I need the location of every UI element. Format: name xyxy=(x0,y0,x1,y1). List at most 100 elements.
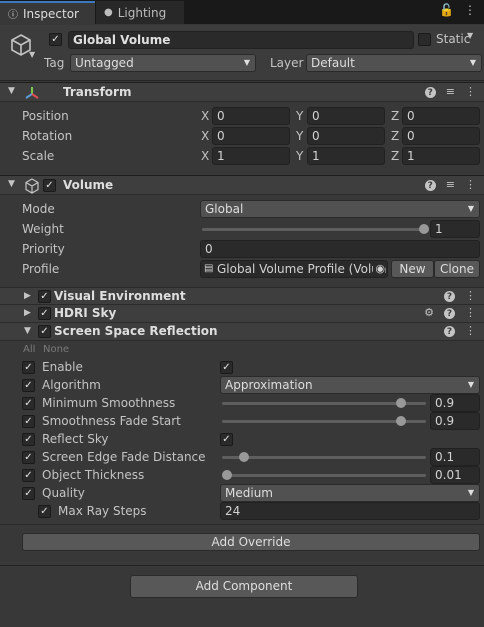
foldout-arrow-icon[interactable]: ▶ xyxy=(24,291,31,301)
tab-inspector[interactable]: ⓘ Inspector xyxy=(0,1,95,24)
layer-label: Layer xyxy=(270,56,304,70)
presets-icon[interactable]: ≡ xyxy=(446,178,455,191)
smoothness-fade-slider-thumb[interactable] xyxy=(396,416,406,426)
active-checkbox[interactable]: ✓ xyxy=(49,33,62,46)
position-y-field[interactable]: 0 xyxy=(307,107,385,125)
reflect-sky-override-checkbox[interactable]: ✓ xyxy=(22,433,35,446)
profile-field[interactable]: ▤ Global Volume Profile (Volun ◉ xyxy=(200,260,388,278)
edge-fade-slider-thumb[interactable] xyxy=(239,452,249,462)
thickness-slider-thumb[interactable] xyxy=(222,470,232,480)
thickness-field[interactable]: 0.01 xyxy=(430,466,480,484)
scale-z-field[interactable]: 1 xyxy=(402,147,480,165)
ssr-header[interactable]: ▼ ✓ Screen Space Reflection ? ⋮ xyxy=(0,323,484,341)
visual-environment-title: Visual Environment xyxy=(54,289,186,303)
profile-label: Profile xyxy=(22,262,60,276)
chevron-down-icon: ▼ xyxy=(467,204,474,213)
thickness-override-checkbox[interactable]: ✓ xyxy=(22,469,35,482)
max-ray-field[interactable]: 24 xyxy=(220,502,480,520)
kebab-menu-icon[interactable]: ⋮ xyxy=(465,178,476,191)
position-x-field[interactable]: 0 xyxy=(212,107,290,125)
kebab-menu-icon[interactable]: ⋮ xyxy=(465,306,476,319)
kebab-menu-icon[interactable]: ⋮ xyxy=(465,85,476,98)
edge-fade-field[interactable]: 0.1 xyxy=(430,448,480,466)
foldout-arrow-icon[interactable]: ▼ xyxy=(24,326,31,336)
tag-dropdown[interactable]: Untagged ▼ xyxy=(70,54,256,72)
min-smoothness-field[interactable]: 0.9 xyxy=(430,394,480,412)
scale-y-field[interactable]: 1 xyxy=(307,147,385,165)
algorithm-dropdown[interactable]: Approximation ▼ xyxy=(220,376,480,394)
transform-title: Transform xyxy=(63,85,132,99)
all-toggle[interactable]: All xyxy=(23,344,35,355)
kebab-menu-icon[interactable]: ⋮ xyxy=(465,289,476,302)
rotation-z-field[interactable]: 0 xyxy=(402,127,480,145)
axis-y-label: Y xyxy=(296,109,304,123)
layer-dropdown[interactable]: Default ▼ xyxy=(306,54,482,72)
transform-axes-icon xyxy=(25,87,39,99)
rotation-x-field[interactable]: 0 xyxy=(212,127,290,145)
hdri-sky-header[interactable]: ▶ ✓ HDRI Sky ⚙ ? ⋮ xyxy=(0,305,484,323)
presets-icon[interactable]: ≡ xyxy=(446,85,455,98)
smoothness-fade-field[interactable]: 0.9 xyxy=(430,412,480,430)
scale-x-field[interactable]: 1 xyxy=(212,147,290,165)
edge-fade-override-checkbox[interactable]: ✓ xyxy=(22,451,35,464)
min-smoothness-slider-thumb[interactable] xyxy=(396,398,406,408)
object-name-field[interactable]: Global Volume xyxy=(68,31,414,49)
transform-header[interactable]: ▼ Transform ? ≡ ⋮ xyxy=(0,82,484,102)
volume-enabled-checkbox[interactable]: ✓ xyxy=(43,179,56,192)
clone-button[interactable]: Clone xyxy=(434,260,480,278)
tag-value: Untagged xyxy=(75,56,134,70)
min-smoothness-override-checkbox[interactable]: ✓ xyxy=(22,397,35,410)
reflect-sky-checkbox[interactable]: ✓ xyxy=(220,433,233,446)
quality-dropdown[interactable]: Medium ▼ xyxy=(220,484,480,502)
static-dropdown-arrow-icon[interactable]: ▼ xyxy=(467,31,473,40)
help-icon[interactable]: ? xyxy=(444,291,455,302)
smoothness-fade-label: Smoothness Fade Start xyxy=(42,414,181,428)
smoothness-fade-override-checkbox[interactable]: ✓ xyxy=(22,415,35,428)
help-icon[interactable]: ? xyxy=(424,87,436,98)
visual-environment-checkbox[interactable]: ✓ xyxy=(38,290,51,303)
static-checkbox[interactable] xyxy=(418,33,431,46)
none-toggle[interactable]: None xyxy=(43,344,69,355)
add-override-button[interactable]: Add Override xyxy=(22,533,480,551)
position-label: Position xyxy=(22,109,69,123)
mode-dropdown[interactable]: Global ▼ xyxy=(200,200,480,218)
kebab-menu-icon[interactable]: ⋮ xyxy=(464,3,476,17)
add-component-button[interactable]: Add Component xyxy=(130,575,358,598)
foldout-arrow-icon[interactable]: ▼ xyxy=(8,179,15,189)
icon-dropdown-caret-icon[interactable]: ▼ xyxy=(29,50,35,59)
weight-field[interactable]: 1 xyxy=(430,220,480,238)
edge-fade-label: Screen Edge Fade Distance xyxy=(42,450,206,464)
help-icon[interactable]: ? xyxy=(444,326,455,337)
axis-z-label: Z xyxy=(391,149,400,163)
info-icon: ⓘ xyxy=(8,10,18,21)
quality-override-checkbox[interactable]: ✓ xyxy=(22,487,35,500)
object-picker-icon[interactable]: ◉ xyxy=(373,261,385,277)
foldout-arrow-icon[interactable]: ▶ xyxy=(24,308,31,318)
ssr-checkbox[interactable]: ✓ xyxy=(38,325,51,338)
volume-header[interactable]: ▼ ✓ Volume ? ≡ ⋮ xyxy=(0,175,484,195)
enable-override-checkbox[interactable]: ✓ xyxy=(22,361,35,374)
algorithm-override-checkbox[interactable]: ✓ xyxy=(22,379,35,392)
help-icon[interactable]: ? xyxy=(424,180,436,191)
tab-lighting[interactable]: ● Lighting xyxy=(96,1,184,24)
gear-icon[interactable]: ⚙ xyxy=(424,306,434,319)
new-button[interactable]: New xyxy=(391,260,434,278)
foldout-arrow-icon[interactable]: ▼ xyxy=(8,86,15,96)
kebab-menu-icon[interactable]: ⋮ xyxy=(465,324,476,337)
visual-environment-header[interactable]: ▶ ✓ Visual Environment ? ⋮ xyxy=(0,287,484,305)
priority-field[interactable]: 0 xyxy=(200,240,480,258)
weight-label: Weight xyxy=(22,222,64,236)
hdri-sky-checkbox[interactable]: ✓ xyxy=(38,307,51,320)
edge-fade-slider-track[interactable] xyxy=(222,456,426,459)
static-label: Static xyxy=(436,32,471,46)
weight-slider-track[interactable] xyxy=(202,228,424,231)
weight-slider-thumb[interactable] xyxy=(419,224,429,234)
enable-checkbox[interactable]: ✓ xyxy=(220,361,233,374)
max-ray-override-checkbox[interactable]: ✓ xyxy=(38,505,51,518)
rotation-y-field[interactable]: 0 xyxy=(307,127,385,145)
lock-icon[interactable]: 🔓 xyxy=(439,3,454,17)
position-z-field[interactable]: 0 xyxy=(402,107,480,125)
help-icon[interactable]: ? xyxy=(444,308,455,319)
thickness-slider-track[interactable] xyxy=(222,474,426,477)
priority-label: Priority xyxy=(22,242,65,256)
